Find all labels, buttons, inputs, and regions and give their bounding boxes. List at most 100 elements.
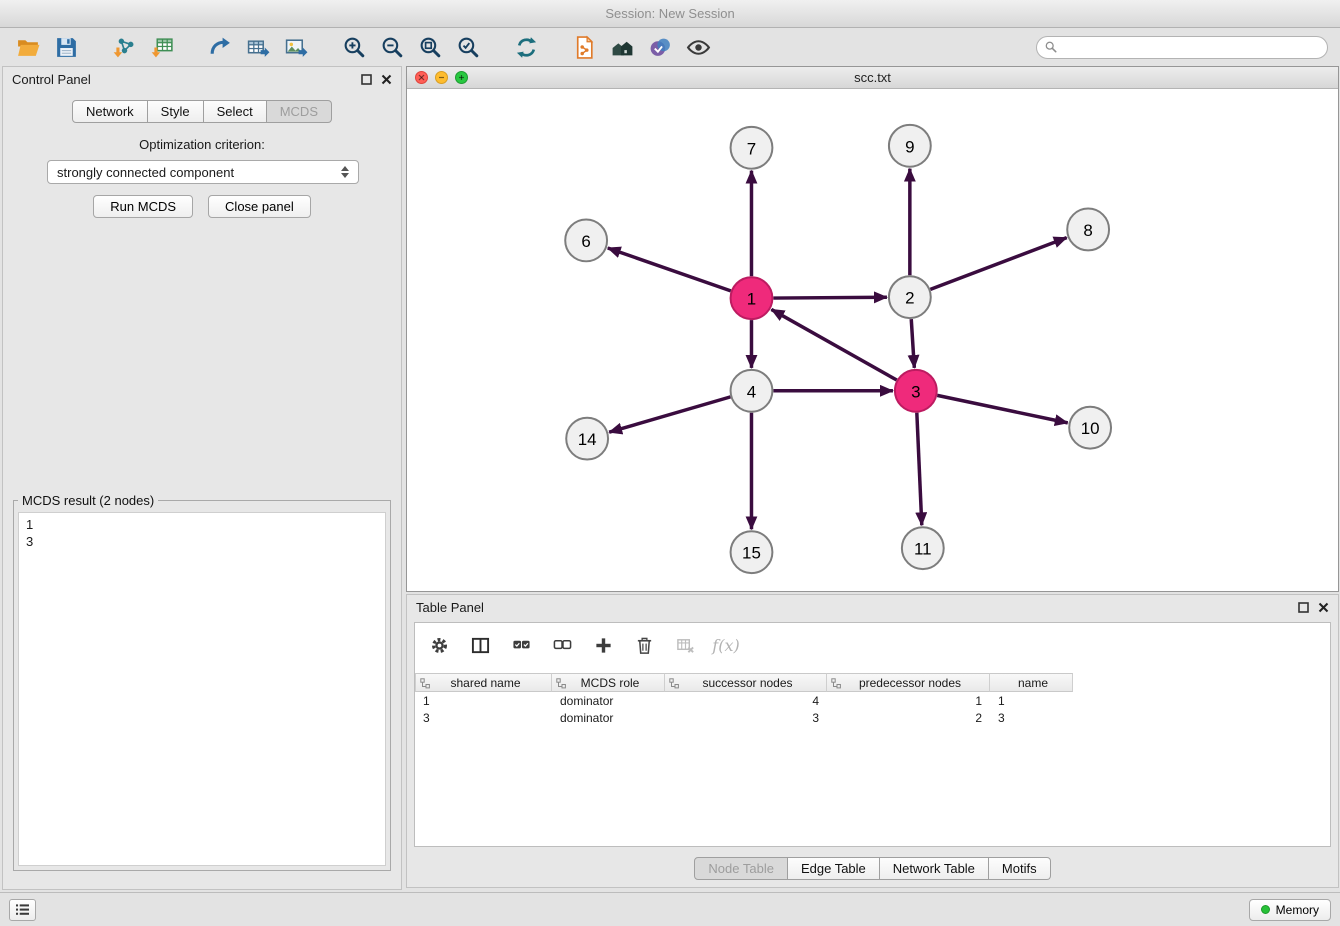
float-panel-icon[interactable]	[361, 74, 372, 85]
control-panel-tabs: Network Style Select MCDS	[3, 100, 401, 123]
zoom-in-button[interactable]	[338, 32, 370, 62]
zoom-in-icon	[342, 35, 367, 60]
graph-edge-2-8[interactable]	[930, 238, 1066, 290]
cell-shared-name[interactable]: 1	[415, 694, 552, 708]
tab-node-table[interactable]: Node Table	[694, 857, 788, 880]
mcds-result-legend: MCDS result (2 nodes)	[18, 493, 158, 508]
mcds-result-fieldset: MCDS result (2 nodes) 1 3	[13, 493, 391, 871]
mcds-result-box[interactable]: 1 3	[18, 512, 386, 866]
cell-name[interactable]: 3	[990, 711, 1073, 725]
close-panel-button[interactable]: Close panel	[208, 195, 311, 218]
graph-edge-1-2[interactable]	[773, 297, 887, 298]
control-panel: Control Panel Network Style Select MCDS …	[2, 66, 402, 890]
network-canvas[interactable]: 7 9 6 8 1 2 4 3 14 10 15 11	[407, 90, 1338, 591]
export-image-button[interactable]	[280, 32, 312, 62]
cell-mcds-role[interactable]: dominator	[552, 711, 665, 725]
column-header-name[interactable]: name	[990, 673, 1073, 692]
network-graph[interactable]: 7 9 6 8 1 2 4 3 14 10 15 11	[407, 90, 1338, 591]
cell-shared-name[interactable]: 3	[415, 711, 552, 725]
graph-node-2[interactable]: 2	[889, 276, 931, 318]
memory-button[interactable]: Memory	[1249, 899, 1331, 921]
import-network-button[interactable]	[108, 32, 140, 62]
eye-icon	[686, 35, 711, 60]
table-settings-button[interactable]	[427, 633, 451, 657]
delete-column-button[interactable]	[632, 633, 656, 657]
float-panel-icon[interactable]	[1298, 602, 1309, 613]
sort-icon	[669, 678, 680, 689]
network-window-titlebar[interactable]: scc.txt	[407, 67, 1338, 89]
tab-mcds[interactable]: MCDS	[267, 100, 332, 123]
maximize-icon	[458, 74, 465, 81]
optimization-criterion-select[interactable]: strongly connected component	[47, 160, 359, 184]
import-table-button[interactable]	[146, 32, 178, 62]
delete-table-button	[673, 633, 697, 657]
cell-predecessor-nodes[interactable]: 1	[827, 694, 990, 708]
style-button[interactable]	[644, 32, 676, 62]
export-table-button[interactable]	[242, 32, 274, 62]
tab-style[interactable]: Style	[148, 100, 204, 123]
graph-node-15[interactable]: 15	[731, 531, 773, 573]
zoom-fit-button[interactable]	[414, 32, 446, 62]
column-header-predecessor-nodes[interactable]: predecessor nodes	[827, 673, 990, 692]
minimize-window-button[interactable]	[435, 71, 448, 84]
graph-edge-3-11[interactable]	[917, 413, 922, 526]
open-session-button[interactable]	[12, 32, 44, 62]
window-controls	[415, 71, 468, 84]
deselect-all-rows-button[interactable]	[550, 633, 574, 657]
graph-edge-3-1[interactable]	[771, 309, 896, 380]
search-box[interactable]	[1036, 36, 1328, 59]
column-header-shared-name[interactable]: shared name	[415, 673, 552, 692]
graph-node-14[interactable]: 14	[566, 418, 608, 460]
network-window-title: scc.txt	[854, 70, 891, 85]
run-mcds-button[interactable]: Run MCDS	[93, 195, 193, 218]
close-panel-icon[interactable]	[1318, 602, 1329, 613]
graph-node-11[interactable]: 11	[902, 527, 944, 569]
graph-edge-3-10[interactable]	[937, 395, 1067, 422]
close-window-button[interactable]	[415, 71, 428, 84]
zoom-out-button[interactable]	[376, 32, 408, 62]
list-icon	[15, 903, 30, 916]
graph-edge-1-6[interactable]	[608, 248, 731, 291]
create-column-button[interactable]	[591, 633, 615, 657]
apply-layout-button[interactable]	[510, 32, 542, 62]
column-header-mcds-role[interactable]: MCDS role	[552, 673, 665, 692]
home-button[interactable]	[606, 32, 638, 62]
graph-node-9[interactable]: 9	[889, 125, 931, 167]
cell-successor-nodes[interactable]: 3	[665, 711, 827, 725]
graph-node-6[interactable]: 6	[565, 219, 607, 261]
tab-select[interactable]: Select	[204, 100, 267, 123]
select-all-rows-button[interactable]	[509, 633, 533, 657]
network-file-button[interactable]	[568, 32, 600, 62]
column-header-successor-nodes[interactable]: successor nodes	[665, 673, 827, 692]
graph-node-4[interactable]: 4	[731, 370, 773, 412]
graph-edge-4-14[interactable]	[609, 397, 730, 432]
save-session-button[interactable]	[50, 32, 82, 62]
tab-network-table[interactable]: Network Table	[880, 857, 989, 880]
close-panel-icon[interactable]	[381, 74, 392, 85]
cell-successor-nodes[interactable]: 4	[665, 694, 827, 708]
cell-predecessor-nodes[interactable]: 2	[827, 711, 990, 725]
tab-network[interactable]: Network	[72, 100, 148, 123]
table-panel-header: Table Panel	[407, 595, 1338, 619]
show-hide-button[interactable]	[682, 32, 714, 62]
graph-node-7[interactable]: 7	[731, 127, 773, 169]
table-row[interactable]: 1 dominator 4 1 1	[415, 692, 1330, 709]
table-row[interactable]: 3 dominator 3 2 3	[415, 709, 1330, 726]
tab-motifs[interactable]: Motifs	[989, 857, 1051, 880]
tab-edge-table[interactable]: Edge Table	[788, 857, 880, 880]
task-history-button[interactable]	[9, 899, 36, 921]
graph-node-3[interactable]: 3	[895, 370, 937, 412]
graph-node-8[interactable]: 8	[1067, 209, 1109, 251]
cell-name[interactable]: 1	[990, 694, 1073, 708]
search-input[interactable]	[1063, 40, 1319, 54]
graph-edge-2-3[interactable]	[911, 319, 914, 368]
show-column-button[interactable]	[468, 633, 492, 657]
result-line: 3	[26, 533, 378, 550]
graph-node-1[interactable]: 1	[731, 277, 773, 319]
export-network-button[interactable]	[204, 32, 236, 62]
table-body: f(x) shared name	[414, 622, 1331, 847]
cell-mcds-role[interactable]: dominator	[552, 694, 665, 708]
graph-node-10[interactable]: 10	[1069, 407, 1111, 449]
zoom-window-button[interactable]	[455, 71, 468, 84]
zoom-selected-button[interactable]	[452, 32, 484, 62]
